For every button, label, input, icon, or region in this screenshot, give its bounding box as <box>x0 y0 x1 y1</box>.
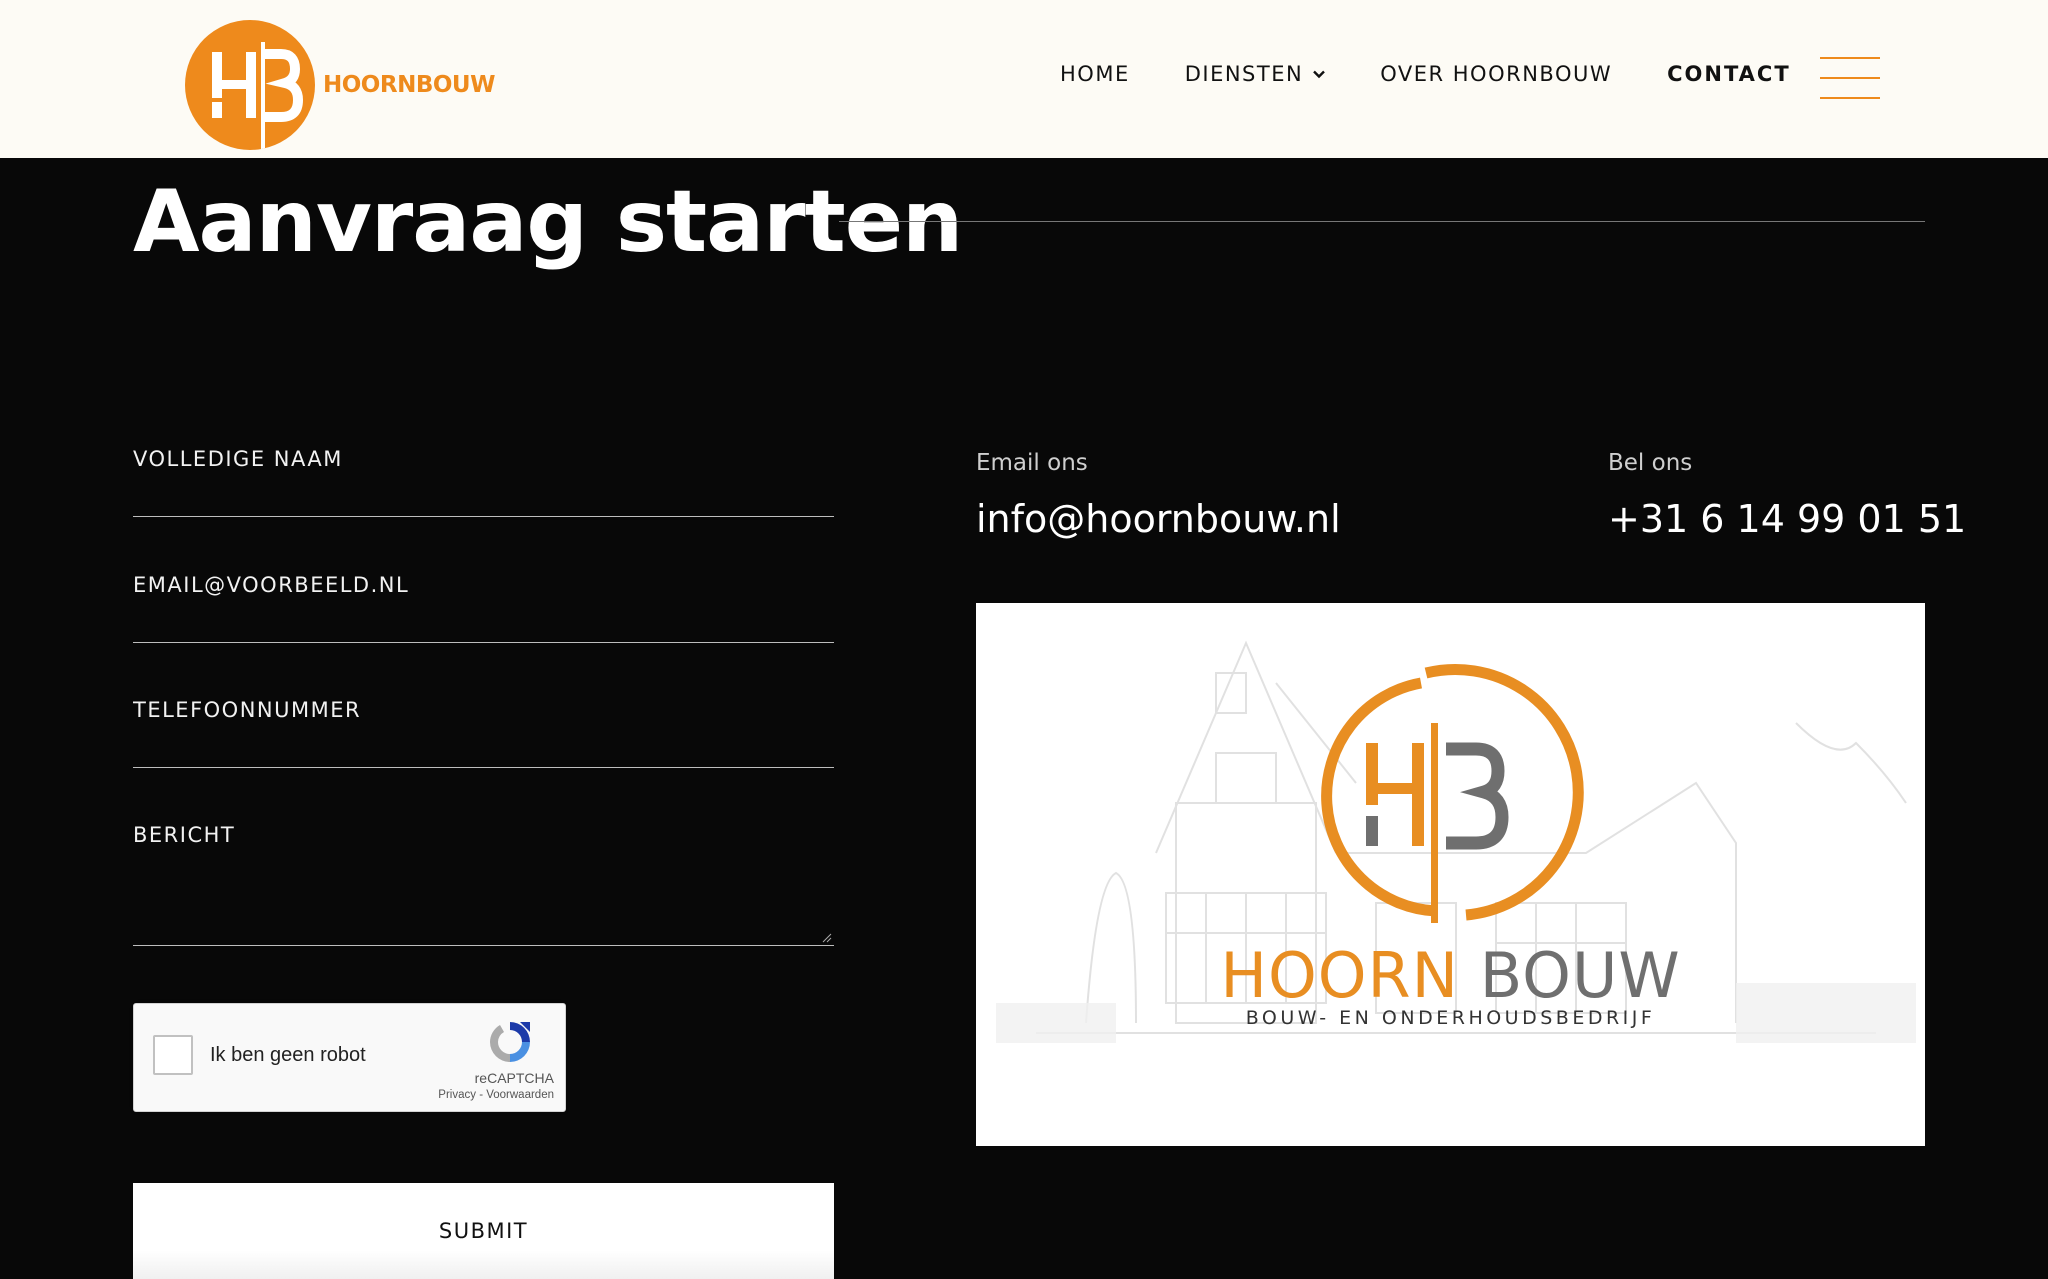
email-label: Email ons <box>976 450 1088 476</box>
resize-grip-icon[interactable] <box>822 933 832 943</box>
card-company-name: HOORN BOUW <box>1220 939 1681 1012</box>
menu-icon[interactable] <box>1820 57 1880 99</box>
recaptcha-checkbox[interactable] <box>153 1035 193 1075</box>
recaptcha-label: Ik ben geen robot <box>210 1044 366 1066</box>
page-title: Aanvraag starten <box>133 172 963 272</box>
nav-diensten[interactable]: DIENSTEN <box>1185 62 1326 86</box>
email-input[interactable] <box>133 573 834 597</box>
nav-contact[interactable]: CONTACT <box>1667 62 1791 86</box>
logo-mark <box>185 20 315 150</box>
message-field-wrapper <box>133 823 834 946</box>
logo-text: HOORNBOUW <box>323 72 495 98</box>
phone-link[interactable]: +31 6 14 99 01 51 <box>1608 497 1966 541</box>
recaptcha-links[interactable]: Privacy - Voorwaarden <box>374 1089 554 1101</box>
company-card-image: HOORN BOUW BOUW- EN ONDERHOUDSBEDRIJF <box>976 603 1925 1146</box>
phone-input[interactable] <box>133 698 834 722</box>
phone-field-wrapper <box>133 698 834 768</box>
nav-home[interactable]: HOME <box>1060 62 1130 86</box>
card-tagline: BOUW- EN ONDERHOUDSBEDRIJF <box>1245 1007 1656 1029</box>
email-field-wrapper <box>133 573 834 643</box>
submit-button[interactable]: SUBMIT <box>133 1183 834 1279</box>
recaptcha-widget: Ik ben geen robot reCAPTCHA Privacy - Vo… <box>133 1003 566 1112</box>
nav-over-hoornbouw[interactable]: OVER HOORNBOUW <box>1380 62 1612 86</box>
site-logo[interactable]: HOORNBOUW <box>185 20 495 150</box>
title-divider <box>839 221 1925 222</box>
name-input[interactable] <box>133 447 834 471</box>
phone-label: Bel ons <box>1608 450 1693 476</box>
site-header: HOORNBOUW HOME DIENSTEN OVER HOORNBOUW C… <box>0 0 2048 158</box>
message-textarea[interactable] <box>133 823 834 938</box>
email-link[interactable]: info@hoornbouw.nl <box>976 497 1341 541</box>
name-field-wrapper <box>133 447 834 517</box>
chevron-down-icon <box>1313 70 1326 79</box>
house-sketch-illustration <box>996 640 1916 1043</box>
main-nav: HOME DIENSTEN OVER HOORNBOUW CONTACT <box>1060 62 1846 86</box>
recaptcha-icon <box>490 1022 530 1062</box>
recaptcha-brand: reCAPTCHA <box>474 1070 554 1086</box>
